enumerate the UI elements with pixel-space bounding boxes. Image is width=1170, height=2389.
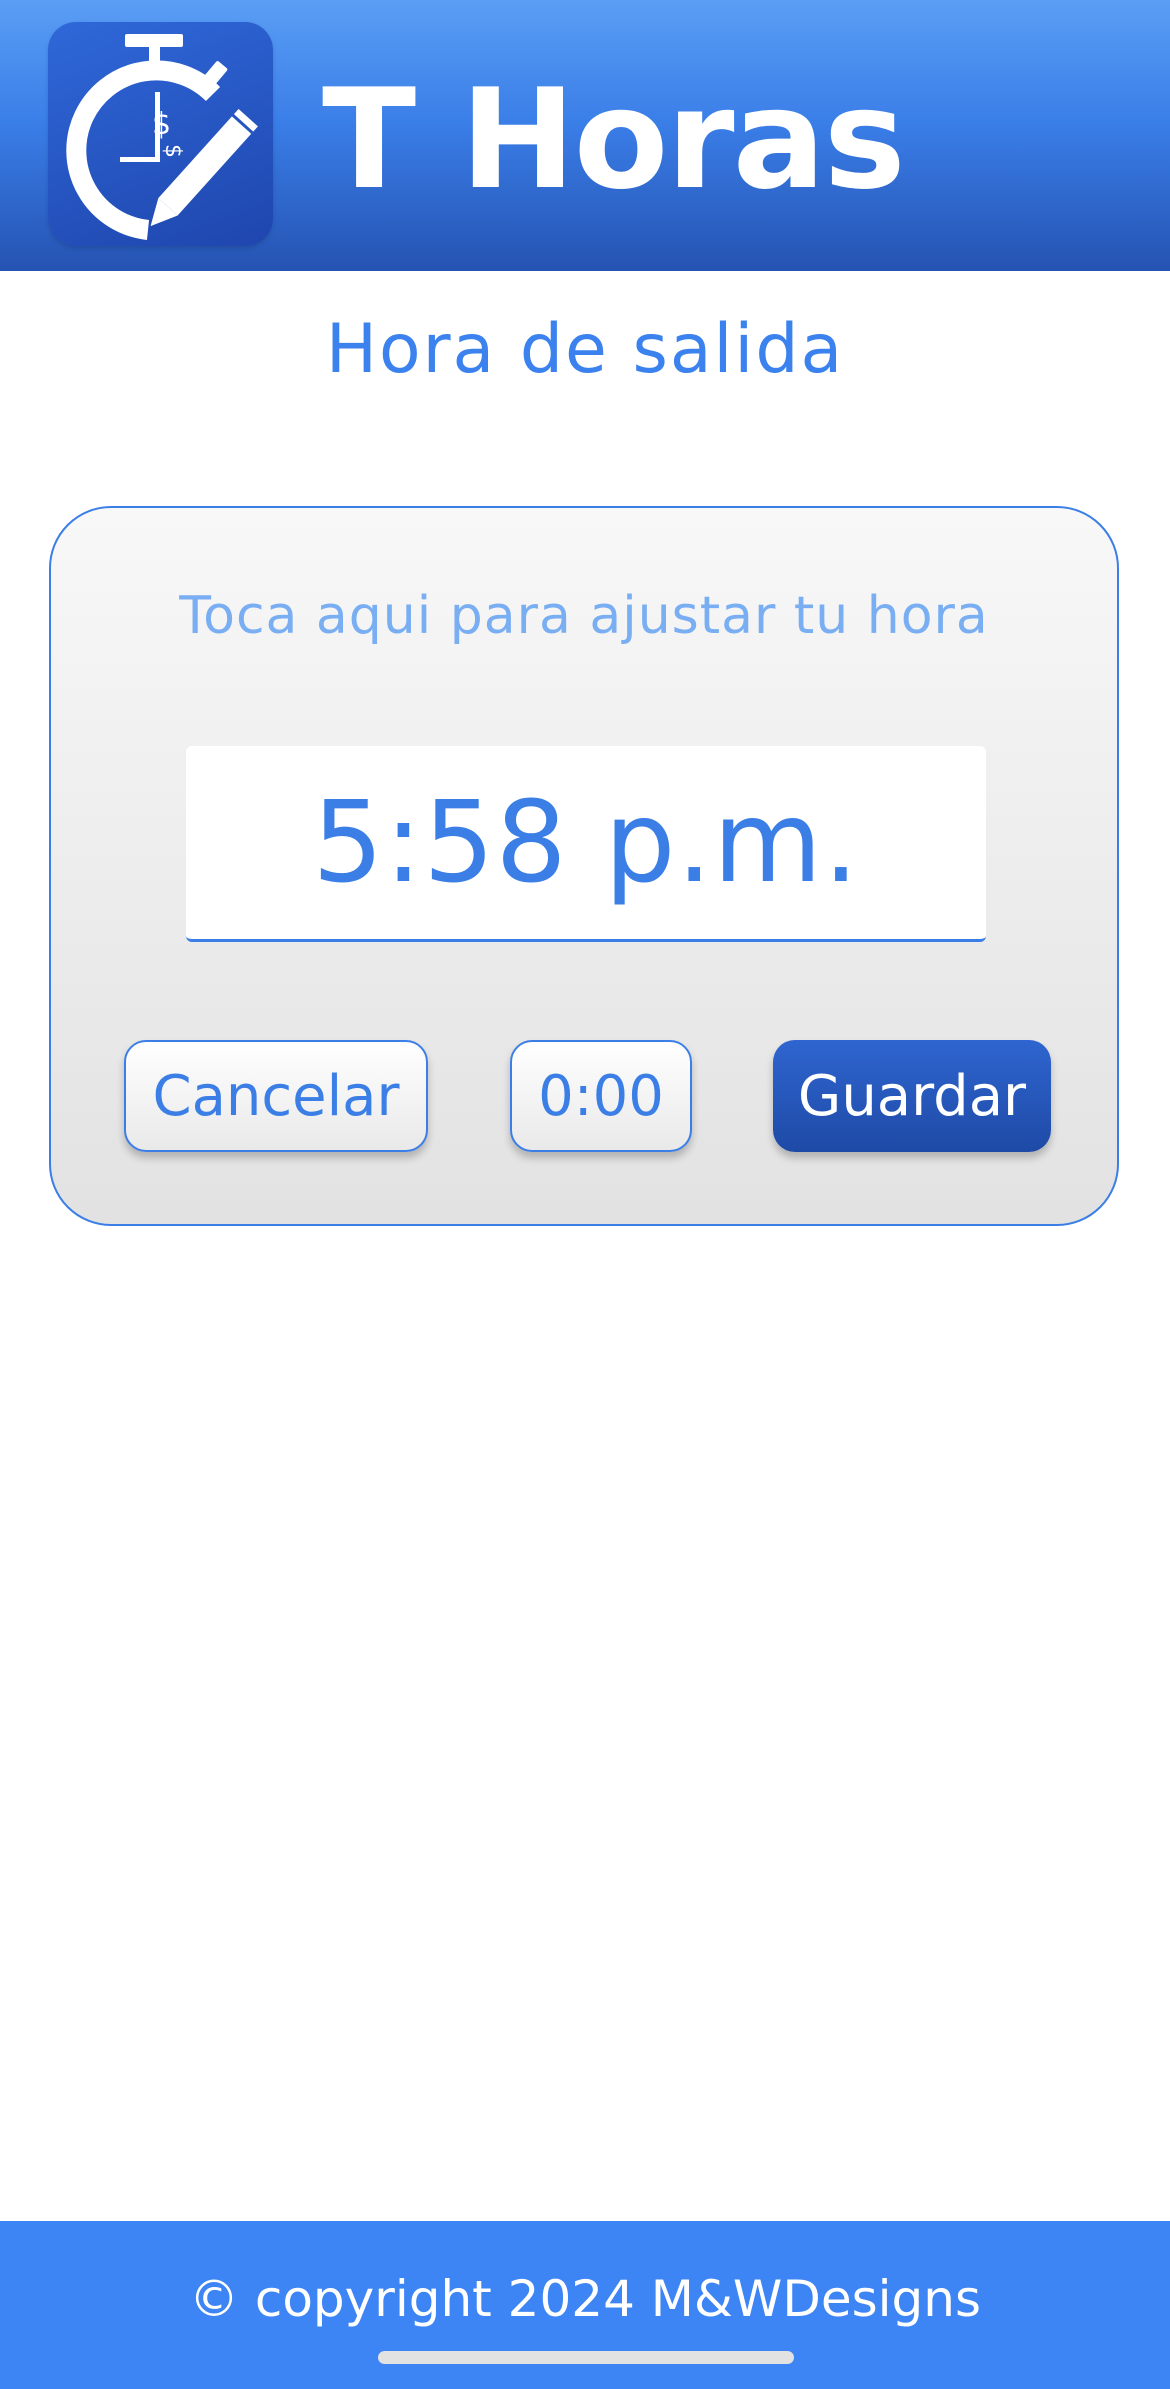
app-screen: $ $ T Horas Hora de salida Toca aqui par… (0, 0, 1170, 2389)
svg-text:$: $ (152, 107, 171, 142)
reset-time-button[interactable]: 0:00 (510, 1040, 692, 1152)
page-title: Hora de salida (325, 310, 845, 389)
time-picker-card: Toca aqui para ajustar tu hora 5:58 p.m.… (49, 506, 1119, 1226)
cancel-button[interactable]: Cancelar (124, 1040, 428, 1152)
app-footer: © copyright 2024 M&WDesigns (0, 2221, 1170, 2389)
home-indicator[interactable] (378, 2351, 794, 2364)
time-input[interactable]: 5:58 p.m. (186, 746, 986, 942)
time-value: 5:58 p.m. (312, 777, 860, 908)
stopwatch-dollar-pencil-icon: $ $ (48, 22, 273, 246)
svg-text:$: $ (160, 144, 185, 158)
time-hint: Toca aqui para ajustar tu hora (179, 586, 989, 646)
save-button[interactable]: Guardar (773, 1040, 1051, 1152)
app-header: $ $ T Horas (0, 0, 1170, 271)
app-title: T Horas (322, 59, 906, 220)
copyright-text: © copyright 2024 M&WDesigns (188, 2270, 982, 2328)
